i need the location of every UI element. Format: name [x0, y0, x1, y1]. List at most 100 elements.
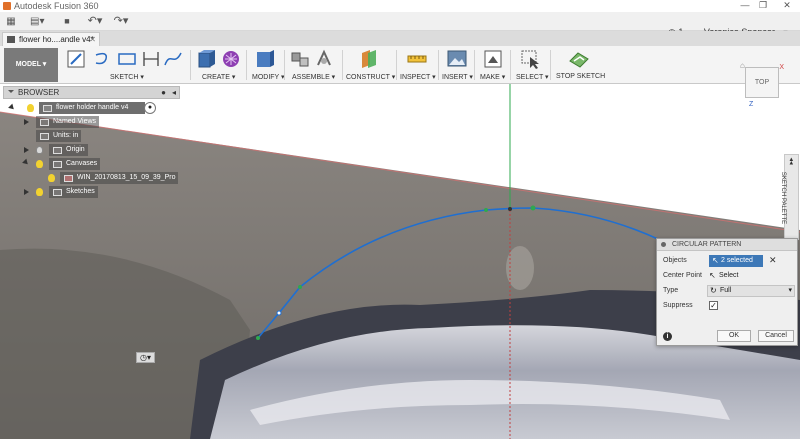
visibility-bulb-icon[interactable] — [36, 160, 43, 168]
activate-radio-icon[interactable]: ● — [144, 102, 156, 114]
assemble-menu[interactable]: ASSEMBLE ▾ — [292, 73, 335, 81]
modify-menu[interactable]: MODIFY ▾ — [252, 73, 285, 81]
undo-icon[interactable]: ↶▾ — [84, 14, 106, 29]
insert-canvas-icon[interactable] — [446, 49, 468, 69]
rectangle-tool-icon[interactable] — [116, 49, 138, 69]
assemble-group: ASSEMBLE ▾ — [290, 49, 340, 83]
extrude-icon[interactable] — [196, 49, 218, 69]
data-panel-grid-icon[interactable]: ▦ — [4, 14, 18, 29]
line-tool-icon[interactable] — [92, 49, 114, 69]
browser-item-units[interactable]: Units: in — [3, 130, 180, 142]
browser-root-label[interactable]: flower holder handle v4 — [39, 102, 145, 114]
document-icon — [7, 36, 15, 43]
3d-print-icon[interactable] — [482, 49, 504, 69]
viewcube[interactable]: TOP X Z ⌂ — [740, 62, 784, 109]
sketch-menu[interactable]: SKETCH ▾ — [110, 73, 144, 81]
info-icon[interactable]: i — [663, 332, 672, 341]
pattern-icon[interactable] — [220, 49, 242, 69]
make-group: MAKE ▾ — [478, 49, 508, 83]
dialog-collapse-icon[interactable] — [661, 242, 666, 247]
browser-item-named-views[interactable]: Named Views — [3, 116, 180, 128]
document-tab[interactable]: flower ho....andle v4* ✕ — [2, 32, 100, 46]
stop-sketch-icon[interactable] — [568, 49, 590, 69]
sketch-palette-tab[interactable]: SKETCH PALETTE ◂◂ — [780, 154, 799, 240]
stop-sketch-button[interactable]: STOP SKETCH — [556, 73, 605, 80]
select-arrow-icon[interactable] — [520, 49, 542, 69]
press-pull-icon[interactable] — [254, 49, 276, 69]
center-point-selection-value: Select — [719, 272, 739, 279]
create-menu[interactable]: CREATE ▾ — [202, 73, 235, 81]
make-menu[interactable]: MAKE ▾ — [480, 73, 505, 81]
visibility-bulb-icon[interactable] — [27, 104, 34, 112]
dialog-title: CIRCULAR PATTERN — [672, 241, 742, 248]
redo-icon[interactable]: ↷▾ — [110, 14, 132, 29]
expand-arrow-icon[interactable] — [24, 189, 29, 195]
ribbon-divider — [474, 50, 475, 80]
select-menu[interactable]: SELECT ▾ — [516, 73, 549, 81]
construct-menu[interactable]: CONSTRUCT ▾ — [346, 73, 395, 81]
workspace-switcher[interactable]: MODEL ▾ — [4, 48, 58, 82]
expand-arrow-icon[interactable] — [22, 158, 30, 167]
pin-icon[interactable]: ● — [161, 87, 166, 98]
sketches-label: Sketches — [49, 186, 98, 198]
file-menu-button[interactable]: ▤▾ — [30, 14, 44, 29]
objects-label: Objects — [663, 257, 687, 264]
item-label: Canvases — [66, 160, 98, 167]
collapse-icon[interactable] — [8, 90, 14, 96]
expand-arrow-icon[interactable] — [24, 147, 29, 153]
joint-icon[interactable] — [314, 49, 336, 69]
inspect-menu[interactable]: INSPECT ▾ — [400, 73, 436, 81]
cancel-button[interactable]: Cancel — [758, 330, 794, 342]
type-dropdown-value: Full — [720, 287, 732, 294]
component-icon — [43, 105, 52, 112]
expand-arrow-icon[interactable] — [8, 103, 16, 112]
save-icon[interactable]: ■ — [60, 14, 74, 29]
browser-root-row[interactable]: flower holder handle v4 ● — [3, 102, 180, 114]
measure-icon[interactable] — [406, 49, 428, 69]
minimize-button[interactable]: — — [736, 0, 754, 10]
browser-item-canvas-file[interactable]: WIN_20170813_15_09_39_Pro — [3, 172, 180, 184]
fusion-logo-icon — [3, 2, 11, 10]
ribbon-divider — [396, 50, 397, 80]
browser-title: BROWSER — [18, 88, 60, 97]
offset-plane-icon[interactable] — [358, 49, 380, 69]
maximize-button[interactable]: ❐ — [754, 0, 772, 11]
browser-item-canvases[interactable]: Canvases — [3, 158, 180, 170]
ribbon-divider — [438, 50, 439, 80]
visibility-bulb-off-icon[interactable] — [36, 146, 43, 154]
suppress-checkbox[interactable]: ✓ — [709, 301, 718, 310]
expand-palette-icon[interactable]: ◂◂ — [788, 157, 796, 164]
sketch-palette-label: SKETCH PALETTE — [780, 171, 787, 225]
visibility-bulb-icon[interactable] — [48, 174, 55, 182]
clear-selection-icon[interactable]: ✕ — [769, 255, 777, 266]
sketch-create-icon[interactable] — [66, 49, 88, 69]
browser-collapse-icon[interactable]: ◂ — [172, 87, 176, 98]
dialog-header[interactable]: CIRCULAR PATTERN — [657, 239, 797, 251]
marking-menu-button[interactable]: ◷▾ — [136, 352, 155, 363]
expand-arrow-icon[interactable] — [24, 119, 29, 125]
viewcube-z-axis-label: Z — [749, 101, 754, 108]
home-view-icon[interactable]: ⌂ — [740, 62, 745, 70]
circular-pattern-dialog: CIRCULAR PATTERN Objects ↖ 2 selected ✕ … — [656, 238, 798, 346]
spline-tool-icon[interactable] — [162, 49, 184, 69]
objects-selection-button[interactable]: ↖ 2 selected — [709, 255, 763, 267]
visibility-bulb-icon[interactable] — [36, 188, 43, 196]
browser-item-sketches[interactable]: Sketches — [3, 186, 180, 198]
browser-item-origin[interactable]: Origin — [3, 144, 180, 156]
image-icon — [64, 175, 73, 182]
item-label: Named Views — [53, 118, 97, 125]
browser-header[interactable]: BROWSER ● ◂ — [3, 86, 180, 99]
center-point-selection-button[interactable]: ↖ Select — [709, 270, 749, 282]
new-component-icon[interactable] — [290, 49, 312, 69]
tab-close-icon[interactable]: ✕ — [89, 33, 96, 46]
close-window-button[interactable]: ✕ — [778, 0, 796, 11]
chevron-down-icon: ▾ — [788, 287, 792, 294]
insert-menu[interactable]: INSERT ▾ — [442, 73, 473, 81]
dimension-tool-icon[interactable] — [140, 49, 162, 69]
item-label: WIN_20170813_15_09_39_Pro — [77, 174, 176, 181]
type-dropdown[interactable]: ↻ Full ▾ — [707, 285, 795, 297]
toolbar-ribbon: MODEL ▾ SKETCH ▾ CREATE ▾ MODIFY ▾ ASSEM… — [0, 46, 800, 84]
ribbon-divider — [510, 50, 511, 80]
folder-icon — [53, 161, 62, 168]
ok-button[interactable]: OK — [717, 330, 751, 342]
